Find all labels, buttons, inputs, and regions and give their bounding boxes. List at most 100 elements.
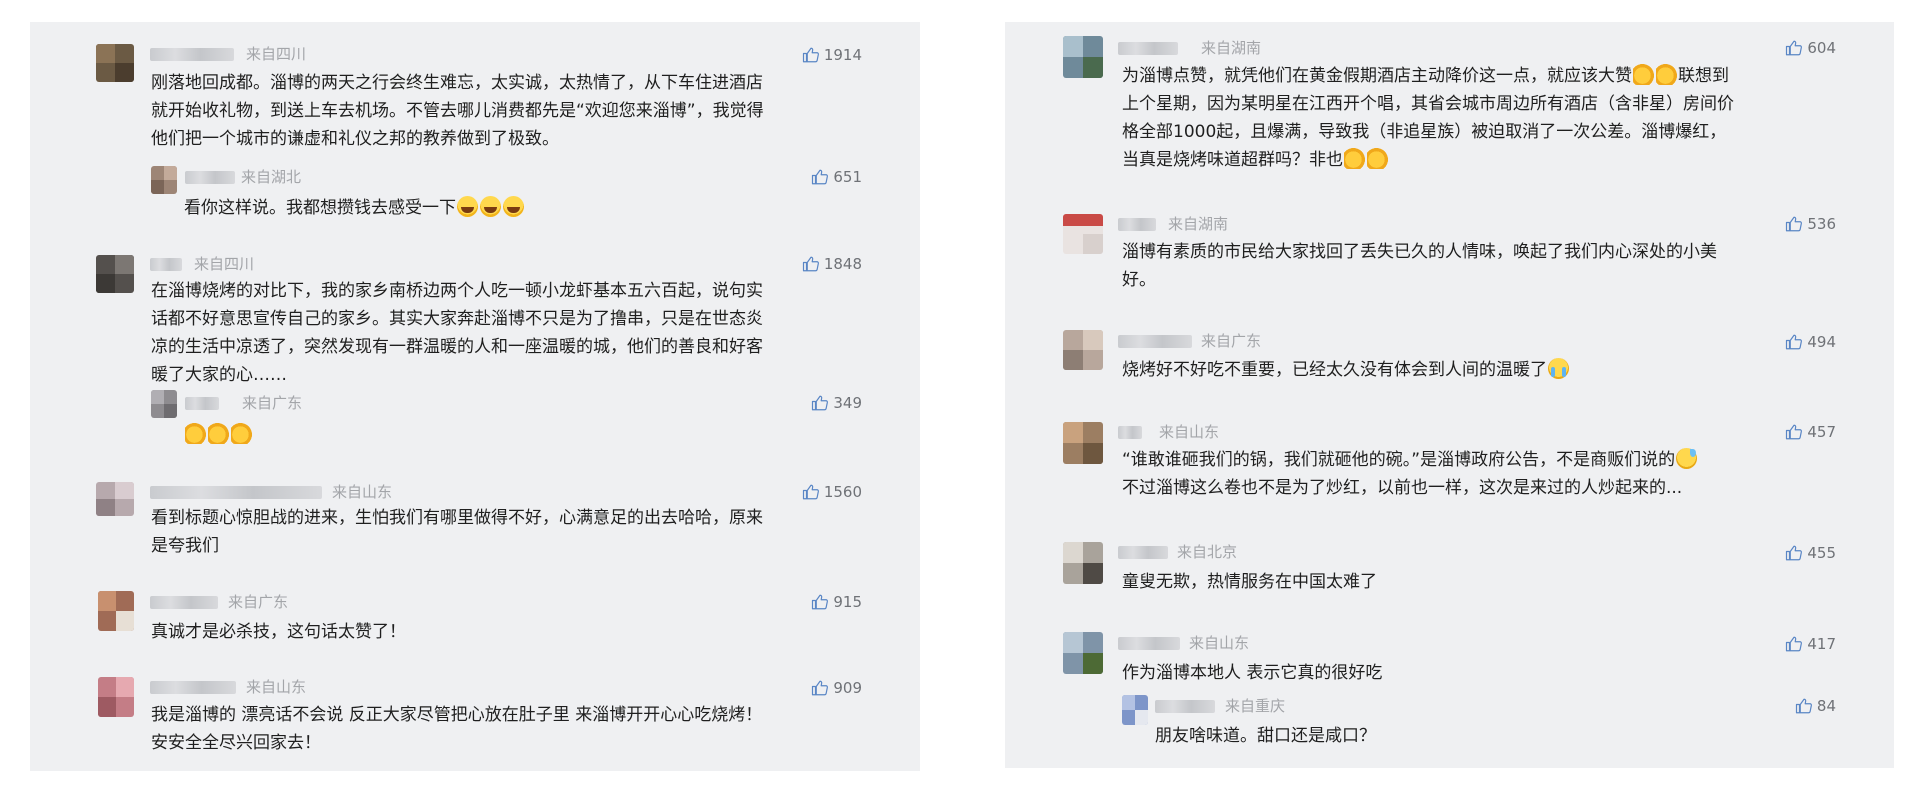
sweat-emoji — [1676, 448, 1698, 469]
comment-line: 朋友啥味道。甜口还是咸口？ — [1155, 726, 1376, 746]
thumbs-up-emoji — [1367, 148, 1388, 169]
username-blurred[interactable] — [1118, 335, 1192, 348]
thumbs-up-icon — [1786, 334, 1803, 350]
like-button[interactable]: 1560 — [802, 482, 862, 502]
comment-line: 安安全全尽兴回家去！ — [151, 733, 321, 753]
username-blurred[interactable] — [1118, 637, 1180, 650]
thumbs-up-icon — [802, 47, 819, 63]
avatar[interactable] — [98, 591, 134, 631]
like-button[interactable]: 909 — [811, 678, 862, 698]
comment-text: 烧烤好不好吃不重要，已经太久没有体会到人间的温暖了 — [1122, 356, 1570, 384]
like-button[interactable]: 455 — [1785, 543, 1836, 563]
location-label: 来自广东 — [228, 593, 289, 611]
location-label: 来自山东 — [1159, 423, 1220, 441]
thumbs-up-icon — [1795, 698, 1812, 714]
location-label: 来自四川 — [246, 45, 307, 63]
avatar[interactable] — [1063, 542, 1103, 584]
reply-text — [184, 421, 253, 449]
username-blurred[interactable] — [150, 681, 236, 694]
thumbs-up-icon — [1786, 216, 1803, 232]
avatar[interactable] — [1063, 422, 1103, 464]
comment-text: 我是淄博的 漂亮话不会说 反正大家尽管把心放在肚子里 来淄博开开心心吃烧烤！ 安… — [151, 701, 762, 757]
username-blurred[interactable] — [150, 596, 218, 609]
reply-text: 看你这样说。我都想攒钱去感受一下 — [184, 194, 525, 222]
like-button[interactable]: 417 — [1785, 634, 1836, 654]
comment-text: 淄博有素质的市民给大家找回了丢失已久的人情味，唤起了我们内心深处的小美 好。 — [1122, 238, 1717, 294]
username-blurred[interactable] — [150, 258, 182, 271]
like-button[interactable]: 536 — [1785, 214, 1836, 234]
comment-line: 刚落地回成都。淄博的两天之行会终生难忘，太实诚，太热情了，从下车住进酒店 — [151, 73, 763, 93]
avatar[interactable] — [96, 255, 134, 293]
like-count: 494 — [1807, 333, 1836, 351]
comment-panel-right: 来自湖南 604 为淄博点赞，就凭他们在黄金假期酒店主动降价这一点，就应该大赞联… — [1005, 22, 1894, 768]
like-count: 1560 — [823, 483, 862, 501]
reply-avatar[interactable] — [1122, 695, 1148, 725]
avatar[interactable] — [1063, 632, 1103, 674]
comment-line: 作为淄博本地人 表示它真的很好吃 — [1122, 663, 1383, 683]
like-count: 915 — [833, 593, 862, 611]
comment-text: 为淄博点赞，就凭他们在黄金假期酒店主动降价这一点，就应该大赞 联想到 上个星期，因… — [1122, 62, 1734, 174]
comment-line: 上个星期，因为某明星在江西开个唱，其省会城市周边所有酒店（含非星）房间价 — [1122, 94, 1734, 114]
thumbs-up-icon — [812, 680, 829, 696]
comment-line: 暖了大家的心…… — [151, 365, 287, 385]
comment-line: 淄博有素质的市民给大家找回了丢失已久的人情味，唤起了我们内心深处的小美 — [1122, 242, 1717, 262]
like-button[interactable]: 915 — [811, 592, 862, 612]
avatar[interactable] — [1063, 330, 1103, 370]
comment-line: 好。 — [1122, 270, 1156, 290]
like-button[interactable]: 1914 — [802, 45, 862, 65]
like-button[interactable]: 604 — [1785, 38, 1836, 58]
reply-avatar[interactable] — [151, 390, 177, 418]
username-blurred[interactable] — [1118, 218, 1156, 231]
reply-like-button[interactable]: 651 — [811, 167, 862, 187]
comment-text: 童叟无欺，热情服务在中国太难了 — [1122, 568, 1377, 596]
reply-avatar[interactable] — [151, 166, 177, 194]
like-count: 457 — [1807, 423, 1836, 441]
like-count: 84 — [1816, 697, 1836, 715]
location-label: 来自山东 — [1189, 634, 1250, 652]
thumbs-up-emoji — [1656, 64, 1677, 85]
reply-like-button[interactable]: 349 — [811, 393, 862, 413]
username-blurred[interactable] — [1118, 546, 1168, 559]
comment-line: 当真是烧烤味道超群吗？非也 — [1122, 146, 1734, 174]
username-blurred[interactable] — [1118, 426, 1142, 439]
username-blurred[interactable] — [150, 48, 234, 61]
reply-location-label: 来自广东 — [242, 394, 303, 412]
thumbs-up-icon — [812, 395, 829, 411]
comment-line: 他们把一个城市的谦虚和礼仪之邦的教养做到了极致。 — [151, 129, 559, 149]
location-label: 来自山东 — [246, 678, 307, 696]
avatar[interactable] — [1063, 36, 1103, 78]
thumbs-up-emoji — [1344, 148, 1365, 169]
laugh-emoji — [503, 196, 524, 217]
like-button[interactable]: 457 — [1785, 422, 1836, 442]
location-label: 来自湖南 — [1201, 39, 1262, 57]
reply-username-blurred[interactable] — [185, 171, 235, 184]
laugh-emoji — [480, 196, 501, 217]
comment-line: 真诚才是必杀技，这句话太赞了！ — [151, 622, 406, 642]
location-label: 来自广东 — [1201, 332, 1262, 350]
thumbs-up-icon — [802, 256, 819, 272]
thumbs-up-icon — [1786, 40, 1803, 56]
reply-username-blurred[interactable] — [185, 397, 219, 410]
like-button[interactable]: 494 — [1785, 332, 1836, 352]
username-blurred[interactable] — [150, 486, 322, 499]
avatar[interactable] — [96, 482, 134, 516]
thumbs-up-icon — [1786, 636, 1803, 652]
comment-line: 不过淄博这么卷也不是为了炒红，以前也一样，这次是来过的人炒起来的... — [1122, 478, 1683, 498]
like-count: 1914 — [823, 46, 862, 64]
avatar[interactable] — [96, 44, 134, 82]
thumbs-up-icon — [802, 484, 819, 500]
location-label: 来自山东 — [332, 483, 393, 501]
reply-like-button[interactable]: 84 — [1795, 696, 1836, 716]
like-button[interactable]: 1848 — [802, 254, 862, 274]
avatar[interactable] — [1063, 214, 1103, 254]
comment-line: 为淄博点赞，就凭他们在黄金假期酒店主动降价这一点，就应该大赞 联想到 — [1122, 64, 1729, 86]
comment-line: 格全部1000起，且爆满，导致我（非追星族）被迫取消了一次公差。淄博爆红， — [1122, 122, 1727, 142]
thumbs-up-emoji — [185, 423, 206, 444]
avatar[interactable] — [98, 677, 134, 717]
comment-line: 看到标题心惊胆战的进来，生怕我们有哪里做得不好，心满意足的出去哈哈，原来 — [151, 508, 763, 528]
thumbs-up-icon — [1786, 424, 1803, 440]
comment-text: 真诚才是必杀技，这句话太赞了！ — [151, 618, 406, 646]
reply-username-blurred[interactable] — [1155, 700, 1215, 713]
username-blurred[interactable] — [1118, 42, 1178, 55]
comment-line: 就开始收礼物，到送上车去机场。不管去哪儿消费都先是“欢迎您来淄博”，我觉得 — [151, 101, 764, 121]
